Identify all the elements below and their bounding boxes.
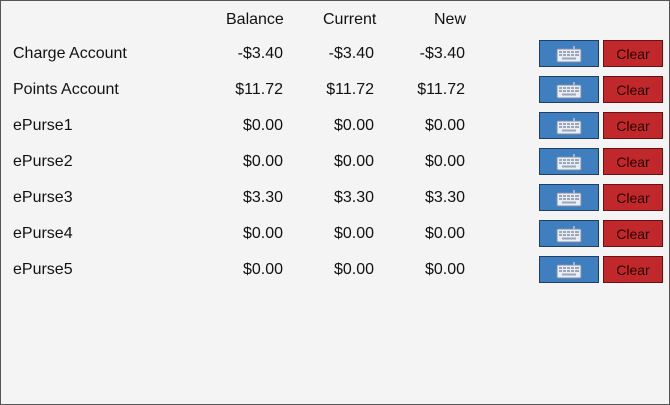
keyboard-button[interactable] — [539, 184, 599, 211]
new-value: $11.72 — [417, 81, 465, 98]
new-value: $0.00 — [424, 117, 465, 134]
account-row-epurse1: ePurse1 $0.00 $0.00 $0.00 Clear — [1, 111, 669, 141]
current-value: $0.00 — [333, 261, 374, 278]
new-value: $3.30 — [424, 189, 465, 206]
keyboard-button[interactable] — [539, 148, 599, 175]
account-balances-panel: Balance Current New Charge Account -$3.4… — [0, 0, 670, 405]
keyboard-button[interactable] — [539, 76, 599, 103]
new-value: -$3.40 — [419, 45, 465, 62]
balance-value: $0.00 — [242, 261, 283, 278]
clear-button[interactable]: Clear — [603, 184, 663, 211]
keyboard-icon — [556, 81, 582, 98]
current-value: $0.00 — [333, 225, 374, 242]
keyboard-button[interactable] — [539, 40, 599, 67]
new-value: $0.00 — [424, 225, 465, 242]
account-name: Points Account — [13, 81, 119, 98]
account-name: ePurse4 — [13, 225, 73, 242]
current-value: $0.00 — [333, 153, 374, 170]
keyboard-icon — [556, 189, 582, 206]
keyboard-button[interactable] — [539, 256, 599, 283]
header-new: New — [434, 11, 467, 28]
keyboard-button[interactable] — [539, 220, 599, 247]
keyboard-icon — [556, 45, 582, 62]
account-name: Charge Account — [13, 45, 127, 62]
clear-button[interactable]: Clear — [603, 148, 663, 175]
header-balance: Balance — [226, 11, 284, 28]
balance-value: $11.72 — [235, 81, 283, 98]
header-current: Current — [323, 11, 377, 28]
keyboard-button[interactable] — [539, 112, 599, 139]
current-value: $0.00 — [333, 117, 374, 134]
account-row-epurse2: ePurse2 $0.00 $0.00 $0.00 Clear — [1, 147, 669, 177]
balance-value: -$3.40 — [237, 45, 283, 62]
account-row-epurse4: ePurse4 $0.00 $0.00 $0.00 Clear — [1, 219, 669, 249]
clear-button[interactable]: Clear — [603, 76, 663, 103]
keyboard-icon — [556, 153, 582, 170]
balance-value: $0.00 — [242, 153, 283, 170]
clear-button[interactable]: Clear — [603, 112, 663, 139]
current-value: $3.30 — [333, 189, 374, 206]
account-row-charge: Charge Account -$3.40 -$3.40 -$3.40 Clea… — [1, 39, 669, 69]
current-value: -$3.40 — [328, 45, 374, 62]
balance-value: $3.30 — [242, 189, 283, 206]
current-value: $11.72 — [326, 81, 374, 98]
account-row-epurse3: ePurse3 $3.30 $3.30 $3.30 Clear — [1, 183, 669, 213]
balance-value: $0.00 — [242, 117, 283, 134]
balance-value: $0.00 — [242, 225, 283, 242]
clear-button[interactable]: Clear — [603, 40, 663, 67]
new-value: $0.00 — [424, 261, 465, 278]
account-row-points: Points Account $11.72 $11.72 $11.72 Clea… — [1, 75, 669, 105]
keyboard-icon — [556, 225, 582, 242]
clear-button[interactable]: Clear — [603, 256, 663, 283]
account-name: ePurse3 — [13, 189, 73, 206]
clear-button[interactable]: Clear — [603, 220, 663, 247]
new-value: $0.00 — [424, 153, 465, 170]
keyboard-icon — [556, 117, 582, 134]
account-row-epurse5: ePurse5 $0.00 $0.00 $0.00 Clear — [1, 255, 669, 285]
account-name: ePurse1 — [13, 117, 73, 134]
account-name: ePurse5 — [13, 261, 73, 278]
keyboard-icon — [556, 261, 582, 278]
account-name: ePurse2 — [13, 153, 73, 170]
